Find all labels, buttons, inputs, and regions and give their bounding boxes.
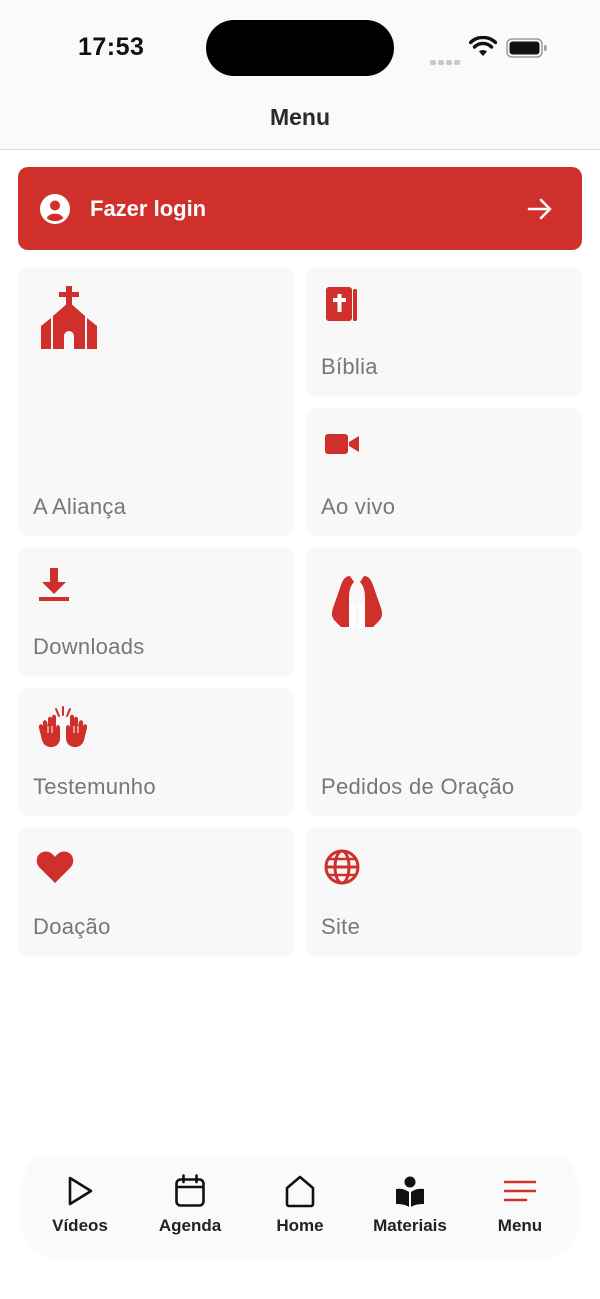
login-label: Fazer login <box>90 196 207 221</box>
download-icon <box>39 568 69 601</box>
nav-header: Menu <box>0 92 600 150</box>
status-bar: 17:53 <box>0 0 600 92</box>
home-icon <box>285 1175 315 1208</box>
tab-materiais[interactable]: Materiais <box>355 1157 465 1255</box>
church-icon <box>41 286 97 349</box>
video-camera-icon <box>325 434 359 454</box>
tile-ao-vivo[interactable]: Ao vivo <box>306 408 582 536</box>
tab-label: Vídeos <box>52 1216 108 1235</box>
page-title: Menu <box>269 104 331 130</box>
bible-icon <box>326 287 357 321</box>
globe-icon <box>324 849 360 885</box>
tile-downloads[interactable]: Downloads <box>18 548 294 676</box>
dynamic-island <box>206 20 394 76</box>
heart-icon <box>36 851 74 883</box>
wifi-icon <box>469 36 497 56</box>
cell-signal-icon <box>430 52 462 70</box>
tab-menu[interactable]: Menu <box>465 1157 575 1255</box>
tab-label: Agenda <box>158 1216 222 1235</box>
tab-label: Menu <box>497 1216 543 1235</box>
book-reader-icon <box>396 1176 424 1207</box>
tile-a-alianca[interactable]: A Aliança <box>18 268 294 536</box>
tab-label: Home <box>276 1216 324 1235</box>
tab-videos[interactable]: Vídeos <box>25 1157 135 1255</box>
tile-label: Pedidos de Oração <box>321 774 515 799</box>
tile-site[interactable]: Site <box>306 828 582 956</box>
calendar-icon <box>175 1174 205 1207</box>
tile-biblia[interactable]: Bíblia <box>306 268 582 396</box>
tile-pedidos-de-oracao[interactable]: Pedidos de Oração <box>306 548 582 816</box>
tile-label: Testemunho <box>33 774 156 799</box>
battery-icon <box>506 38 547 58</box>
user-circle-icon <box>40 194 70 224</box>
tile-label: Site <box>321 914 361 939</box>
tile-doacao[interactable]: Doação <box>18 828 294 956</box>
tab-agenda[interactable]: Agenda <box>135 1157 245 1255</box>
tile-label: Doação <box>33 914 111 939</box>
tile-label: Ao vivo <box>321 494 396 519</box>
tab-bar: Vídeos Agenda Home Materiais Menu <box>25 1157 575 1255</box>
praying-hands-icon <box>331 576 383 628</box>
status-time: 17:53 <box>78 33 145 61</box>
tile-testemunho[interactable]: Testemunho <box>18 688 294 816</box>
tile-label: A Aliança <box>33 494 127 519</box>
tab-home[interactable]: Home <box>245 1157 355 1255</box>
tab-label: Materiais <box>373 1216 447 1235</box>
raised-hands-icon <box>38 706 88 747</box>
play-icon <box>68 1176 93 1206</box>
menu-icon <box>504 1180 536 1202</box>
arrow-right-icon <box>527 198 552 220</box>
login-button[interactable]: Fazer login <box>18 167 582 250</box>
tile-label: Bíblia <box>321 354 378 379</box>
tile-label: Downloads <box>33 634 145 659</box>
